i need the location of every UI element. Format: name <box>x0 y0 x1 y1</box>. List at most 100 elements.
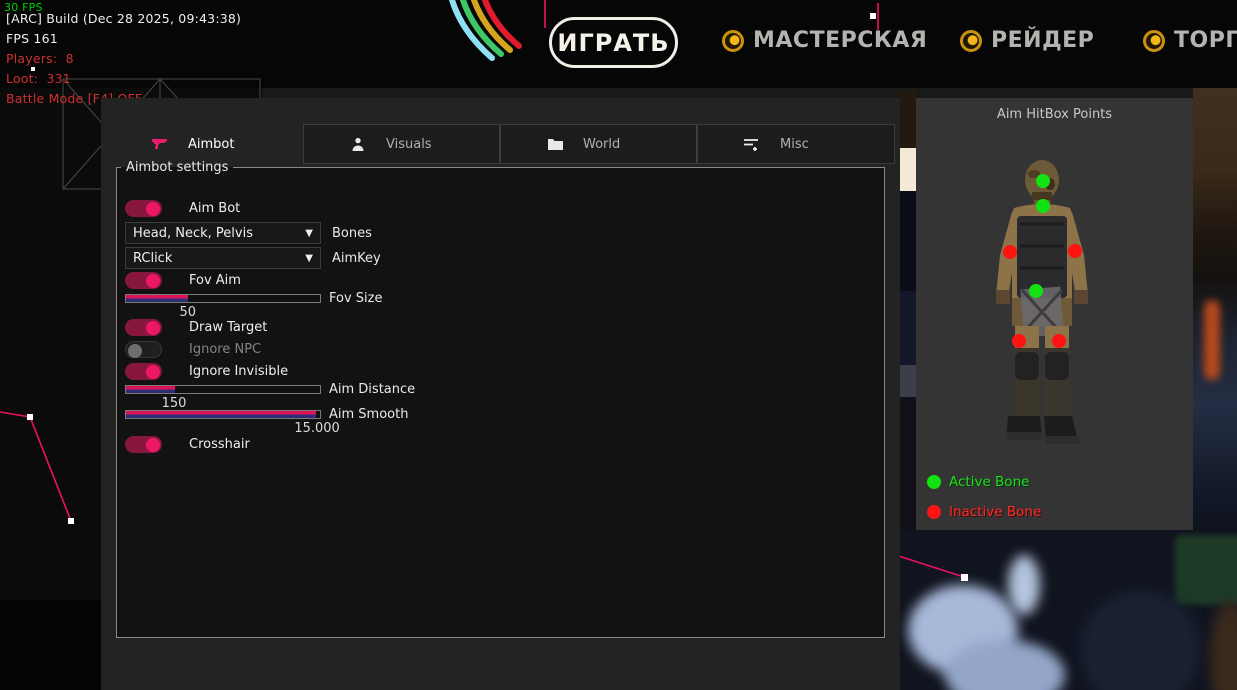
aim-bot-toggle[interactable] <box>125 200 162 217</box>
tab-misc[interactable]: Misc <box>697 124 895 164</box>
pistol-icon <box>151 138 169 151</box>
legend-label: Active Bone <box>949 474 1029 490</box>
fov-size-slider-row: 50 Fov Size <box>125 294 321 320</box>
draw-target-toggle[interactable] <box>125 319 162 336</box>
menu-item-raider[interactable]: РЕЙДЕР <box>960 28 1094 53</box>
aim-distance-slider[interactable] <box>125 385 321 394</box>
tab-label: Aimbot <box>188 137 234 152</box>
background-gap-strip <box>899 148 916 191</box>
legend-inactive-bone: Inactive Bone <box>927 504 1041 520</box>
ignore-npc-toggle[interactable] <box>125 341 162 358</box>
fov-size-label: Fov Size <box>329 291 382 306</box>
bone-dot-neck[interactable] <box>1036 199 1050 213</box>
background-bottom-left <box>0 600 101 690</box>
slider-fill <box>126 386 175 393</box>
background-blur-shape <box>1008 555 1040 615</box>
hud-build-info: [ARC] Build (Dec 28 2025, 09:43:38) <box>6 11 241 26</box>
bones-dropdown-value: Head, Neck, Pelvis <box>133 226 305 241</box>
hud-players-count: Players: 8 <box>6 51 74 66</box>
hud-fps: FPS 161 <box>6 31 58 46</box>
toggle-knob <box>146 321 160 335</box>
workshop-icon <box>722 30 744 52</box>
inactive-bone-dot-icon <box>927 505 941 519</box>
play-button[interactable]: ИГРАТЬ <box>549 17 678 68</box>
ignore-invisible-toggle[interactable] <box>125 363 162 380</box>
draw-target-label: Draw Target <box>189 320 267 335</box>
menu-item-label: РЕЙДЕР <box>991 28 1094 53</box>
fov-size-slider[interactable] <box>125 294 321 303</box>
crosshair-toggle-row: Crosshair <box>125 436 250 453</box>
bone-dot-pelvis[interactable] <box>1029 284 1043 298</box>
legend-label: Inactive Bone <box>949 504 1041 520</box>
fov-size-value: 50 <box>179 305 196 320</box>
aimkey-dropdown-value: RClick <box>133 251 305 266</box>
bone-dot-right-shoulder[interactable] <box>1068 244 1082 258</box>
menu-item-trade[interactable]: ТОРГО <box>1143 28 1237 53</box>
menu-item-label: МАСТЕРСКАЯ <box>753 28 927 53</box>
crosshair-label: Crosshair <box>189 437 250 452</box>
aim-distance-value: 150 <box>162 396 187 411</box>
tab-label: Misc <box>780 137 809 152</box>
fov-aim-toggle[interactable] <box>125 272 162 289</box>
legend-active-bone: Active Bone <box>927 474 1029 490</box>
bones-label: Bones <box>332 226 372 241</box>
tab-aimbot[interactable]: Aimbot <box>106 124 303 164</box>
aimbot-settings-group: Aimbot settings Aim Bot Head, Neck, Pelv… <box>116 160 885 638</box>
person-icon <box>349 137 367 151</box>
aim-hitbox-panel: Aim HitBox Points <box>916 98 1193 530</box>
bones-dropdown[interactable]: Head, Neck, Pelvis ▼ <box>125 222 321 244</box>
tab-visuals[interactable]: Visuals <box>303 124 500 164</box>
background-gap-strip <box>899 365 916 397</box>
toggle-knob <box>128 344 142 358</box>
toggle-knob <box>146 365 160 379</box>
hud-loot-count: Loot: 331 <box>6 71 71 86</box>
aim-smooth-slider[interactable] <box>125 410 321 419</box>
aim-smooth-label: Aim Smooth <box>329 407 408 422</box>
game-screen: ИГРАТЬ МАСТЕРСКАЯ РЕЙДЕР ТОРГО 30 FPS [A… <box>0 0 1237 690</box>
ignore-invisible-toggle-row: Ignore Invisible <box>125 363 288 380</box>
ignore-invisible-label: Ignore Invisible <box>189 364 288 379</box>
aim-bot-toggle-row: Aim Bot <box>125 200 240 217</box>
ignore-npc-label: Ignore NPC <box>189 342 261 357</box>
slider-fill <box>126 295 188 302</box>
background-bottom-right-scene <box>890 530 1237 690</box>
aimkey-label: AimKey <box>332 251 381 266</box>
background-gap-strip <box>899 397 916 530</box>
aim-distance-label: Aim Distance <box>329 382 415 397</box>
hitbox-panel-title: Aim HitBox Points <box>916 107 1193 122</box>
bones-dropdown-row: Head, Neck, Pelvis ▼ Bones <box>125 222 372 244</box>
tab-label: Visuals <box>386 137 432 152</box>
cheat-window: Aimbot Visuals World Misc <box>101 98 900 690</box>
rainbow-stripe <box>452 0 519 58</box>
background-sign <box>1175 535 1237 605</box>
bone-dot-left-shoulder[interactable] <box>1003 245 1017 259</box>
background-gap-strip <box>899 291 916 365</box>
ignore-npc-toggle-row: Ignore NPC <box>125 341 261 358</box>
tab-label: World <box>583 137 620 152</box>
toggle-knob <box>146 202 160 216</box>
background-gap-strip <box>899 191 916 291</box>
background-blur-shape <box>1080 590 1200 690</box>
aimkey-dropdown-row: RClick ▼ AimKey <box>125 247 381 269</box>
bone-dot-left-hip[interactable] <box>1012 334 1026 348</box>
raider-icon <box>960 30 982 52</box>
toggle-knob <box>146 274 160 288</box>
chevron-down-icon: ▼ <box>305 228 313 239</box>
crosshair-toggle[interactable] <box>125 436 162 453</box>
background-gap-strip <box>899 90 916 148</box>
aimkey-dropdown[interactable]: RClick ▼ <box>125 247 321 269</box>
folder-icon <box>546 138 564 150</box>
tab-bar: Aimbot Visuals World Misc <box>106 124 895 164</box>
toggle-knob <box>146 438 160 452</box>
bone-dot-head[interactable] <box>1036 174 1050 188</box>
chevron-down-icon: ▼ <box>305 253 313 264</box>
slider-fill <box>126 411 316 418</box>
group-title: Aimbot settings <box>121 160 233 175</box>
fov-aim-toggle-row: Fov Aim <box>125 272 241 289</box>
tab-world[interactable]: World <box>500 124 697 164</box>
bone-dot-right-hip[interactable] <box>1052 334 1066 348</box>
trade-icon <box>1143 30 1165 52</box>
menu-item-workshop[interactable]: МАСТЕРСКАЯ <box>722 28 927 53</box>
sliders-icon <box>743 138 761 151</box>
aim-smooth-value: 15.000 <box>294 421 340 436</box>
